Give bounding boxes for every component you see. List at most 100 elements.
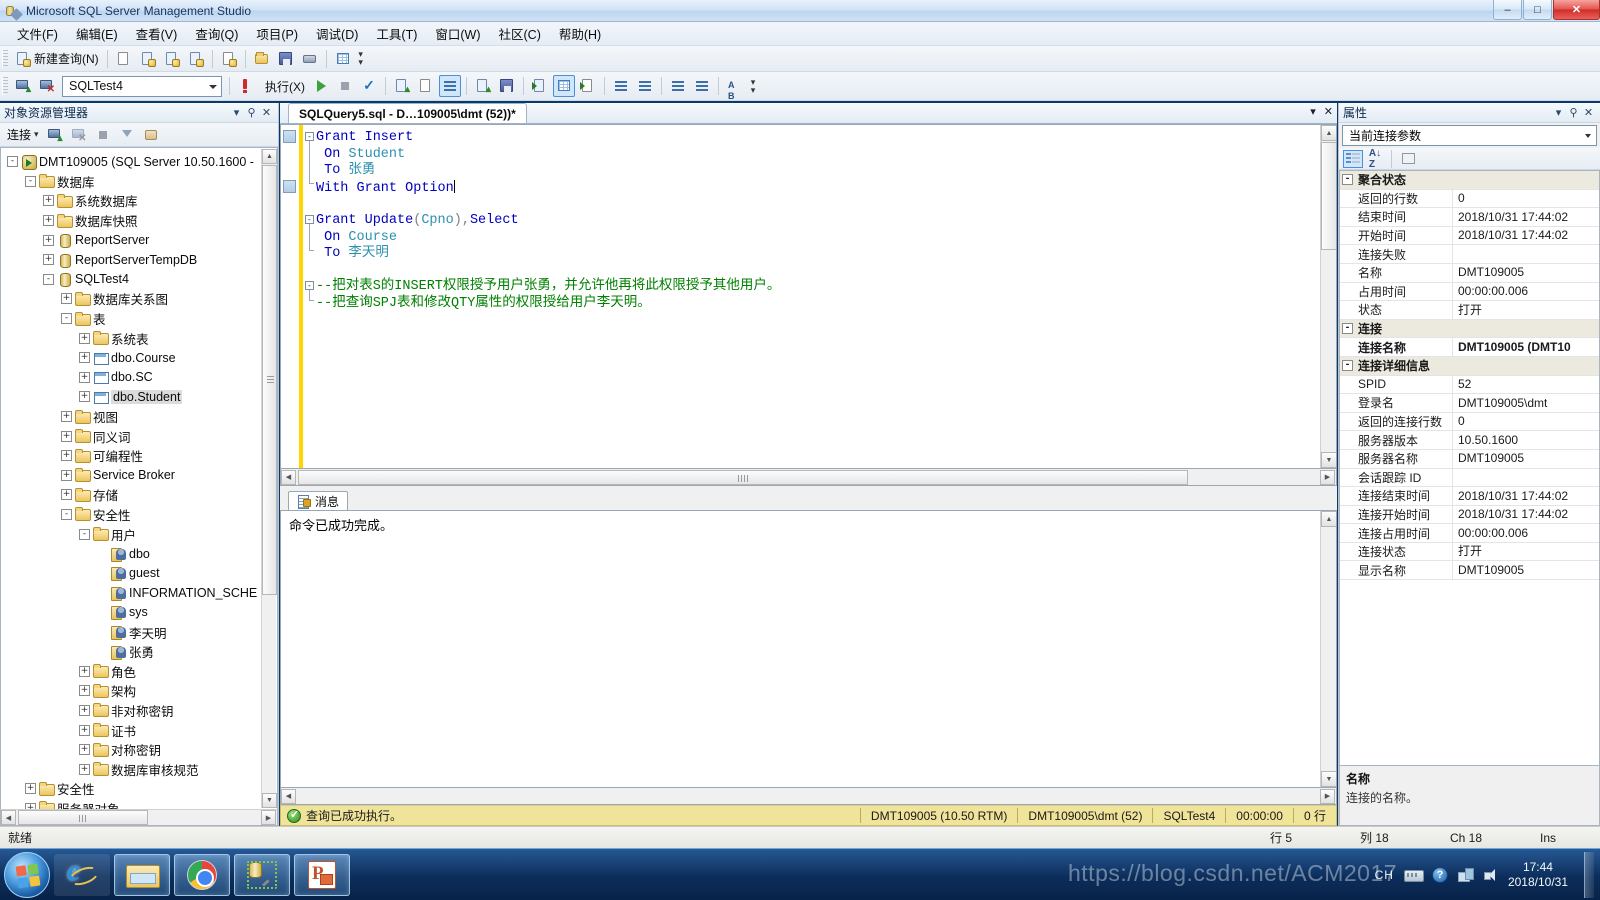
property-value[interactable] [1452, 468, 1599, 487]
expand-toggle-icon[interactable]: + [61, 489, 72, 501]
expand-toggle-icon[interactable]: + [61, 450, 72, 462]
property-value[interactable]: 0 [1452, 189, 1599, 208]
tree-node[interactable]: - SQLTest4 [1, 270, 277, 290]
fold-toggle[interactable]: - [305, 132, 314, 141]
oe-scroll-right-button[interactable]: ▶ [261, 810, 276, 825]
tree-node[interactable]: +服务器对象 [1, 799, 277, 809]
oe-connect-button[interactable]: ▴ [44, 124, 66, 146]
oe-scroll-left-button[interactable]: ◀ [1, 810, 16, 825]
expand-toggle-icon[interactable]: + [61, 293, 72, 305]
collapse-toggle-icon[interactable]: - [61, 313, 72, 325]
tree-node[interactable]: sys [1, 603, 277, 623]
start-button[interactable] [4, 851, 50, 898]
sql-code-text[interactable]: Grant Insert On Student To 张勇 With Grant … [316, 125, 1336, 468]
editor-scroll-down-button[interactable]: ▼ [1321, 452, 1336, 468]
fold-toggle-2[interactable]: - [305, 215, 314, 224]
tree-node[interactable]: dbo [1, 544, 277, 564]
maximize-button[interactable]: □ [1523, 0, 1552, 20]
expand-toggle-icon[interactable]: + [61, 430, 72, 442]
network-icon[interactable] [1457, 867, 1474, 882]
properties-close-icon[interactable]: ✕ [1581, 106, 1596, 119]
messages-scroll-up-button[interactable]: ▲ [1321, 511, 1336, 527]
parse-button[interactable]: ✓ [358, 75, 380, 97]
menu-view[interactable]: 查看(V) [127, 21, 187, 46]
expand-toggle-icon[interactable]: + [25, 783, 36, 795]
property-row[interactable]: 连接开始时间 2018/10/31 17:44:02 [1340, 505, 1599, 525]
tree-node[interactable]: + 同义词 [1, 426, 277, 446]
messages-scroll-down-button[interactable]: ▼ [1321, 771, 1336, 787]
execute-button[interactable]: 执行(X) [259, 75, 308, 97]
oe-connect-label[interactable]: 连接 [4, 126, 34, 143]
properties-dropdown-icon[interactable]: ▾ [1551, 106, 1566, 119]
menu-community[interactable]: 社区(C) [490, 21, 550, 46]
open-file-button[interactable] [251, 48, 273, 70]
collapse-toggle-icon[interactable]: - [25, 175, 36, 187]
property-row[interactable]: 连接结束时间 2018/10/31 17:44:02 [1340, 486, 1599, 506]
categorized-view-button[interactable] [1343, 149, 1363, 168]
results-to-file-button[interactable] [577, 75, 599, 97]
properties-object-combo[interactable]: 当前连接参数 [1342, 125, 1597, 146]
property-value[interactable]: DMT109005 [1452, 449, 1599, 468]
property-value[interactable]: 打开 [1452, 300, 1599, 320]
expand-toggle-icon[interactable]: + [79, 665, 90, 677]
messages-vertical-scrollbar[interactable]: ▲ ▼ [1320, 511, 1336, 787]
oe-disconnect-button[interactable]: ✕ [68, 124, 90, 146]
toolbar-overflow-chevron-icon[interactable]: ▾ ▾ [355, 48, 367, 70]
property-row[interactable]: 连接名称 DMT109005 (DMT10 [1340, 337, 1599, 357]
editor-hscroll-thumb[interactable] [298, 469, 1188, 485]
tree-node[interactable]: + 数据库关系图 [1, 289, 277, 309]
tree-node[interactable]: - 用户 [1, 524, 277, 544]
results-to-text-button[interactable] [529, 75, 551, 97]
messages-horizontal-scrollbar[interactable]: ◀ ▶ [280, 788, 1337, 805]
property-row[interactable]: 服务器版本 10.50.1600 [1340, 430, 1599, 450]
oe-filter-button[interactable] [116, 124, 138, 146]
tree-node[interactable]: + dbo.Course [1, 348, 277, 368]
tab-messages[interactable]: 消息 [288, 491, 349, 510]
sqlcmd-mode-button[interactable] [496, 75, 518, 97]
expand-toggle-icon[interactable]: + [61, 411, 72, 423]
include-actual-plan-button[interactable] [439, 75, 461, 97]
tabstrip-close-icon[interactable]: ✕ [1324, 105, 1333, 118]
expand-toggle-icon[interactable]: + [43, 195, 54, 207]
new-file-button[interactable] [113, 48, 135, 70]
results-to-grid-button[interactable] [553, 75, 575, 97]
new-dmx-query-button[interactable] [161, 48, 183, 70]
tree-node[interactable]: + 角色 [1, 661, 277, 681]
expand-toggle-icon[interactable]: + [79, 371, 90, 383]
collapse-toggle-icon[interactable]: - [43, 273, 54, 285]
tree-node[interactable]: + 视图 [1, 407, 277, 427]
collapse-toggle-icon[interactable]: - [79, 528, 90, 540]
category-collapse-icon[interactable]: - [1342, 174, 1353, 186]
property-row[interactable]: SPID 52 [1340, 375, 1599, 395]
menu-project[interactable]: 项目(P) [247, 21, 307, 46]
property-pages-button[interactable] [1398, 150, 1418, 168]
help-question-icon[interactable]: ? [1431, 866, 1448, 883]
property-value[interactable]: 2018/10/31 17:44:02 [1452, 505, 1599, 524]
menu-debug[interactable]: 调试(D) [307, 21, 367, 46]
stop-button[interactable] [334, 75, 356, 97]
collapse-toggle-icon[interactable]: - [7, 156, 18, 168]
print-button[interactable] [299, 48, 321, 70]
object-explorer-tree-container[interactable]: - DMT109005 (SQL Server 10.50.1600 - - 数据库 +… [0, 147, 278, 809]
minimize-button[interactable]: – [1493, 0, 1522, 20]
panel-close-icon[interactable]: ✕ [259, 106, 274, 119]
tree-node[interactable]: guest [1, 563, 277, 583]
expand-toggle-icon[interactable]: + [79, 391, 90, 403]
new-mdx-query-button[interactable] [137, 48, 159, 70]
property-row[interactable]: 服务器名称 DMT109005 [1340, 449, 1599, 469]
tree-node[interactable]: - DMT109005 (SQL Server 10.50.1600 - [1, 152, 277, 172]
toolbar-grip-2[interactable] [2, 77, 8, 95]
increase-indent-button[interactable] [691, 75, 713, 97]
properties-grid[interactable]: - 聚合状态 返回的行数 0 结束时间 2018/10/31 17:44:02 开始时间 20… [1339, 170, 1600, 766]
oe-vertical-scrollbar[interactable]: ▲ ▼ [261, 149, 277, 808]
tree-node[interactable]: + ReportServer [1, 230, 277, 250]
sql-code-editor[interactable]: - - - Grant Insert On Student To 张勇 With … [280, 124, 1337, 469]
tree-node[interactable]: + ReportServerTempDB [1, 250, 277, 270]
tree-node[interactable]: - 数据库 [1, 172, 277, 192]
messages-output[interactable]: 命令已成功完成。 ▲ ▼ [280, 510, 1337, 788]
property-category-row[interactable]: - 连接详细信息 [1340, 356, 1599, 376]
editor-scroll-left-button[interactable]: ◀ [281, 469, 296, 485]
editor-scroll-right-button[interactable]: ▶ [1320, 469, 1335, 485]
expand-toggle-icon[interactable]: + [43, 234, 54, 246]
property-value[interactable]: DMT109005\dmt [1452, 393, 1599, 413]
